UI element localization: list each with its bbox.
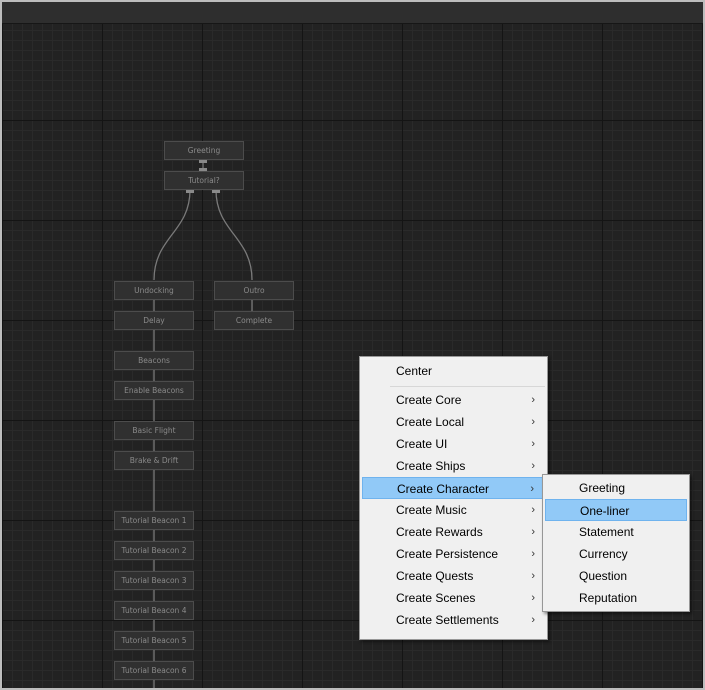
node-greeting[interactable]: Greeting: [164, 141, 244, 160]
chevron-right-icon: ›: [531, 592, 535, 604]
submenu-item-label: Greeting: [579, 481, 626, 495]
node-enable-beacons[interactable]: Enable Beacons: [114, 381, 194, 400]
node-basic-flight[interactable]: Basic Flight: [114, 421, 194, 440]
menu-item-center[interactable]: Center: [362, 360, 545, 382]
menu-separator: [390, 386, 545, 387]
submenu-item-label: One-liner: [580, 504, 630, 518]
menu-item-label: Create Rewards: [396, 525, 483, 539]
submenu-item-statement[interactable]: Statement: [545, 521, 687, 543]
menu-item-create-core[interactable]: Create Core ›: [362, 389, 545, 411]
node-tutorial-beacon-4[interactable]: Tutorial Beacon 4: [114, 601, 194, 620]
menu-item-create-local[interactable]: Create Local ›: [362, 411, 545, 433]
menu-item-label: Create Scenes: [396, 591, 476, 605]
menu-item-create-character[interactable]: Create Character ›: [362, 477, 545, 499]
menu-item-create-rewards[interactable]: Create Rewards ›: [362, 521, 545, 543]
submenu-item-label: Statement: [579, 525, 634, 539]
chevron-right-icon: ›: [530, 483, 534, 495]
node-brake-drift[interactable]: Brake & Drift: [114, 451, 194, 470]
node-tutorial[interactable]: Tutorial?: [164, 171, 244, 190]
menu-item-create-scenes[interactable]: Create Scenes ›: [362, 587, 545, 609]
chevron-right-icon: ›: [531, 394, 535, 406]
menu-item-label: Create Character: [397, 482, 490, 496]
menu-item-create-persistence[interactable]: Create Persistence ›: [362, 543, 545, 565]
node-tutorial-beacon-3[interactable]: Tutorial Beacon 3: [114, 571, 194, 590]
chevron-right-icon: ›: [531, 570, 535, 582]
menu-item-label: Create Ships: [396, 459, 466, 473]
menu-item-create-ships[interactable]: Create Ships ›: [362, 455, 545, 477]
chevron-right-icon: ›: [531, 526, 535, 538]
chevron-right-icon: ›: [531, 614, 535, 626]
menu-item-label: Create Quests: [396, 569, 474, 583]
node-outro[interactable]: Outro: [214, 281, 294, 300]
chevron-right-icon: ›: [531, 438, 535, 450]
submenu-item-currency[interactable]: Currency: [545, 543, 687, 565]
menu-item-label: Create Music: [396, 503, 467, 517]
chevron-right-icon: ›: [531, 504, 535, 516]
chevron-right-icon: ›: [531, 460, 535, 472]
node-tutorial-beacon-1[interactable]: Tutorial Beacon 1: [114, 511, 194, 530]
context-menu: Center Create Core › Create Local › Crea…: [359, 356, 548, 640]
submenu-item-label: Reputation: [579, 591, 638, 605]
submenu-item-question[interactable]: Question: [545, 565, 687, 587]
node-tutorial-beacon-6[interactable]: Tutorial Beacon 6: [114, 661, 194, 680]
menu-item-label: Create Local: [396, 415, 465, 429]
menu-item-create-settlements[interactable]: Create Settlements ›: [362, 609, 545, 631]
title-bar: [2, 2, 703, 24]
submenu-item-greeting[interactable]: Greeting: [545, 477, 687, 499]
submenu-item-one-liner[interactable]: One-liner: [545, 499, 687, 521]
node-beacons[interactable]: Beacons: [114, 351, 194, 370]
node-complete[interactable]: Complete: [214, 311, 294, 330]
menu-item-create-music[interactable]: Create Music ›: [362, 499, 545, 521]
menu-item-label: Create Core: [396, 393, 462, 407]
submenu-item-label: Currency: [579, 547, 628, 561]
chevron-right-icon: ›: [531, 416, 535, 428]
chevron-right-icon: ›: [531, 548, 535, 560]
menu-item-create-quests[interactable]: Create Quests ›: [362, 565, 545, 587]
menu-item-label: Center: [396, 364, 433, 378]
node-delay[interactable]: Delay: [114, 311, 194, 330]
submenu-item-label: Question: [579, 569, 628, 583]
node-editor-window: Greeting Tutorial? Undocking Outro Delay…: [0, 0, 705, 690]
node-tutorial-beacon-2[interactable]: Tutorial Beacon 2: [114, 541, 194, 560]
node-undocking[interactable]: Undocking: [114, 281, 194, 300]
menu-item-label: Create UI: [396, 437, 448, 451]
node-tutorial-beacon-5[interactable]: Tutorial Beacon 5: [114, 631, 194, 650]
submenu-item-reputation[interactable]: Reputation: [545, 587, 687, 609]
character-submenu: Greeting One-liner Statement Currency Qu…: [542, 474, 690, 612]
menu-item-label: Create Settlements: [396, 613, 499, 627]
menu-item-create-ui[interactable]: Create UI ›: [362, 433, 545, 455]
menu-item-label: Create Persistence: [396, 547, 499, 561]
